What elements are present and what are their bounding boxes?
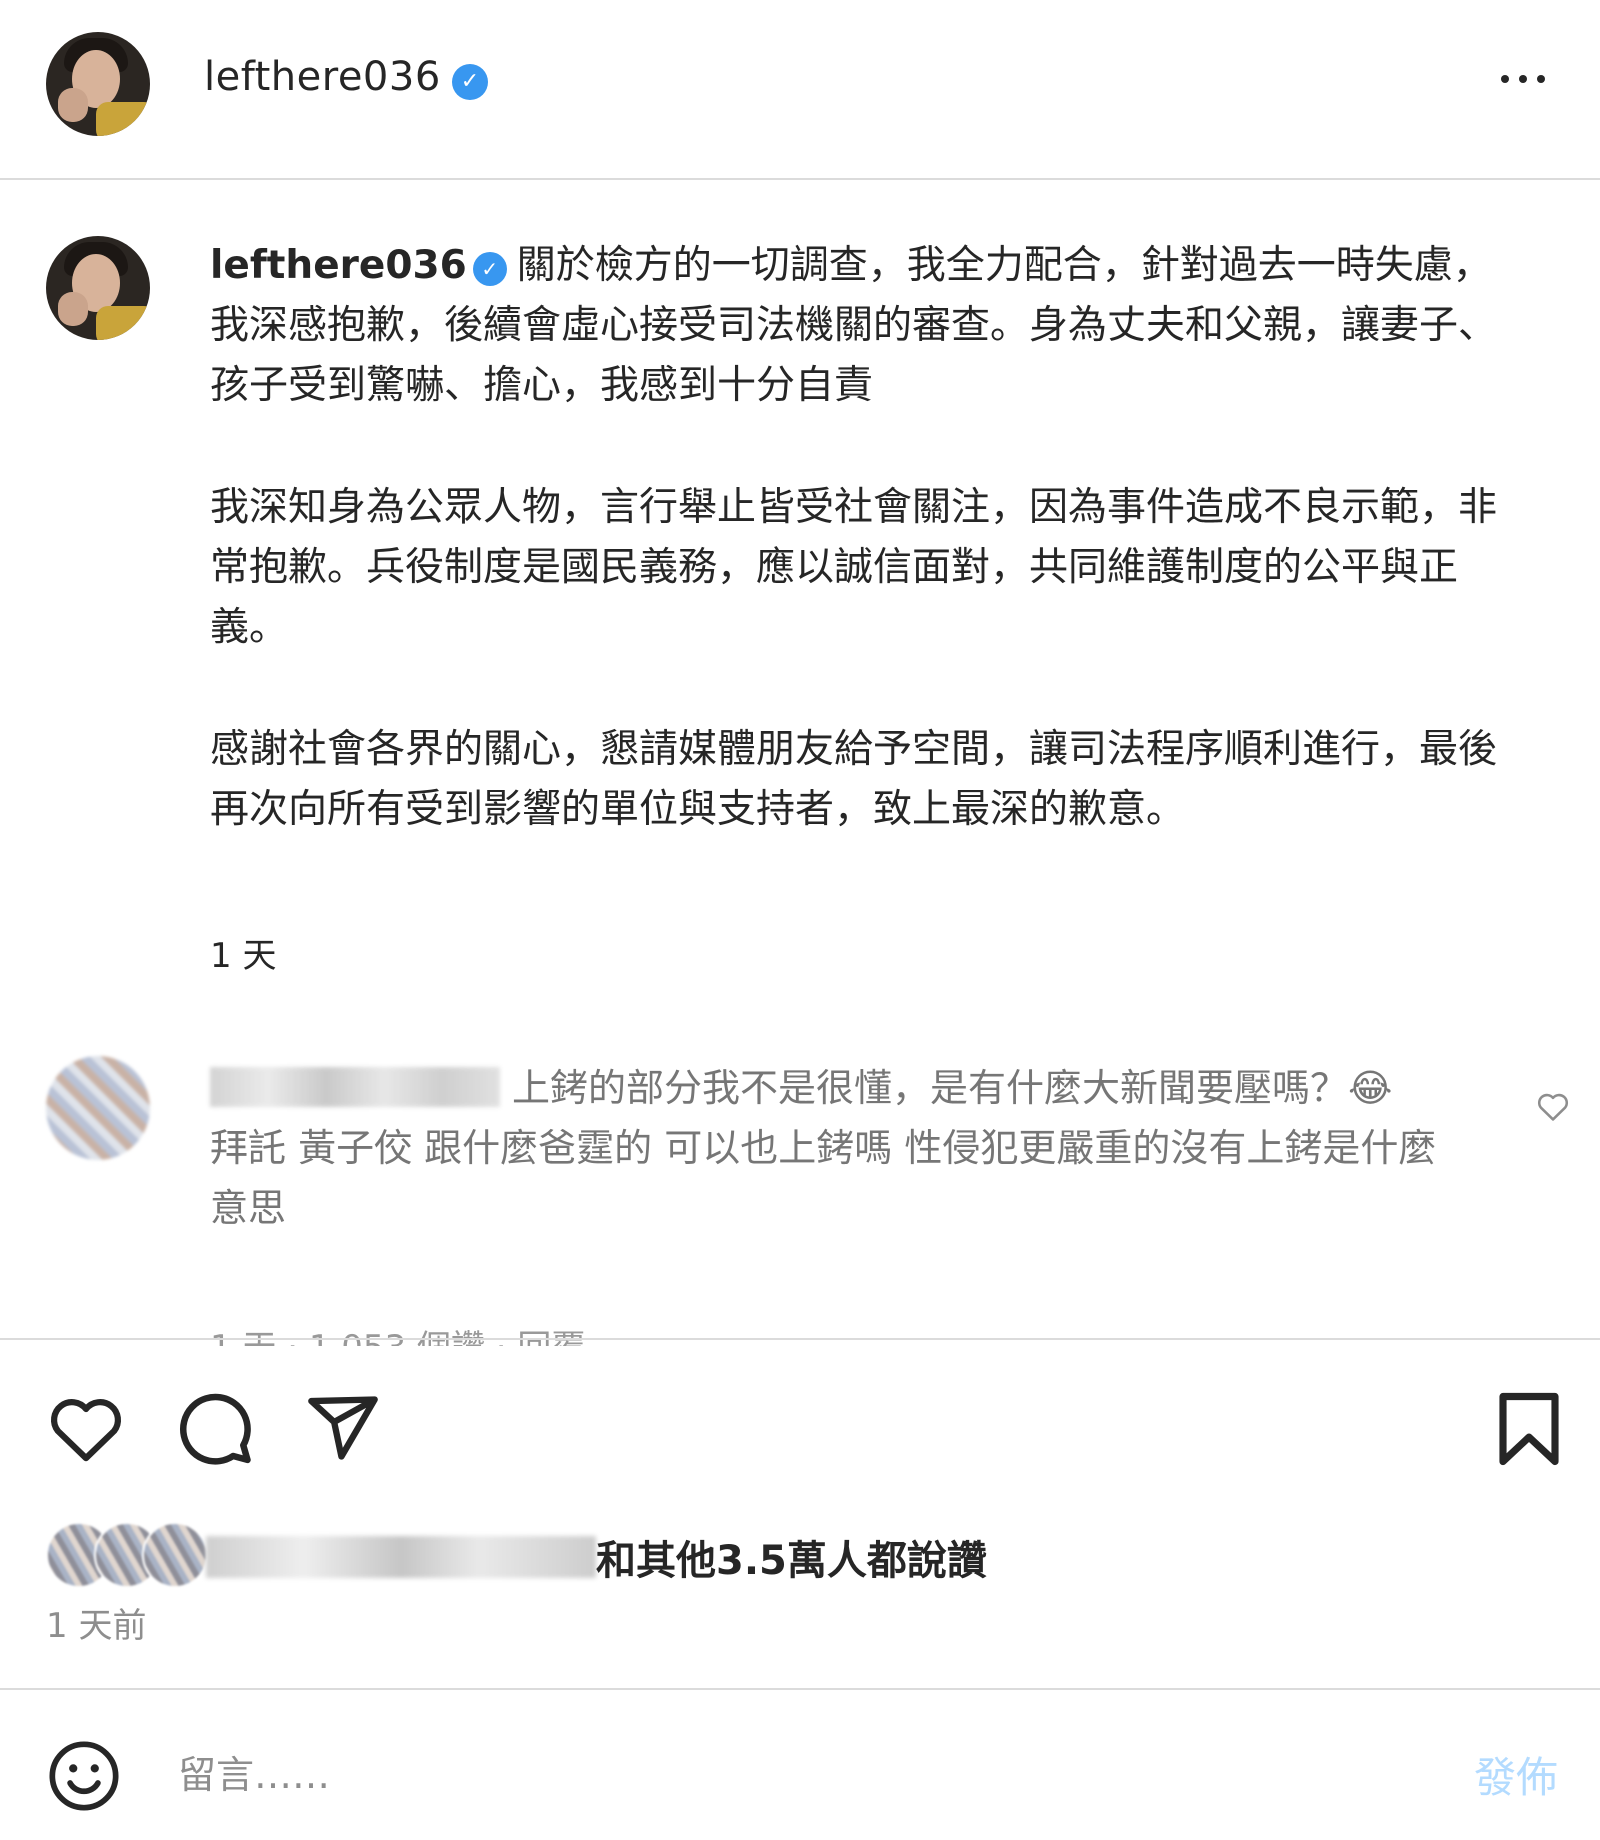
post-header: lefthere036 ✓ bbox=[0, 0, 1600, 180]
divider bbox=[0, 1338, 1600, 1340]
verified-badge-icon: ✓ bbox=[472, 252, 507, 286]
caption-avatar[interactable] bbox=[46, 236, 150, 340]
comment-meta: 1 天 · 1,053 個讚 · 回覆 bbox=[210, 1328, 630, 1346]
comment-input[interactable] bbox=[176, 1744, 1380, 1806]
share-button[interactable] bbox=[304, 1390, 382, 1470]
post-comment-button[interactable]: 發佈 bbox=[1474, 1744, 1558, 1805]
comment-text: 上銬的部分我不是很懂，是有什麼大新聞要壓嗎？😂 bbox=[512, 1066, 1393, 1110]
divider bbox=[0, 1688, 1600, 1690]
save-button[interactable] bbox=[1496, 1390, 1562, 1472]
smiley-icon bbox=[49, 1741, 119, 1811]
comment-icon bbox=[179, 1393, 251, 1465]
commenter-avatar[interactable] bbox=[46, 1056, 150, 1160]
send-icon bbox=[308, 1396, 378, 1460]
commenter-username-blurred[interactable] bbox=[210, 1067, 500, 1107]
likers-avatars[interactable] bbox=[46, 1522, 208, 1588]
more-horizontal-icon bbox=[1501, 75, 1509, 83]
caption-username[interactable]: lefthere036 bbox=[210, 243, 467, 288]
heart-icon bbox=[51, 1399, 121, 1462]
liker-username-blurred[interactable] bbox=[206, 1536, 596, 1578]
emoji-button[interactable] bbox=[46, 1738, 122, 1818]
post-time: 1 天前 bbox=[46, 1606, 147, 1646]
more-options-button[interactable] bbox=[1496, 64, 1556, 94]
bookmark-icon bbox=[1499, 1392, 1559, 1466]
verified-badge-icon: ✓ bbox=[452, 64, 488, 100]
avatar[interactable] bbox=[46, 32, 150, 136]
comment-like-button[interactable] bbox=[1536, 1090, 1570, 1126]
comment-button[interactable] bbox=[176, 1390, 254, 1472]
caption-paragraph: lefthere036 ✓ 關於檢方的一切調查，我全力配合，針對過去一時失慮，我深感… bbox=[210, 236, 1520, 416]
post-caption: lefthere036 ✓ 關於檢方的一切調查，我全力配合，針對過去一時失慮，我深感… bbox=[210, 236, 1520, 840]
caption-paragraph: 感謝社會各界的關心，懇請媒體朋友給予空間，讓司法程序順利進行，最後再次向所有受到… bbox=[210, 727, 1498, 832]
caption-timestamp: 1 天 bbox=[210, 936, 277, 976]
like-button[interactable] bbox=[46, 1392, 126, 1468]
caption-paragraph: 我深知身為公眾人物，言行舉止皆受社會關注，因為事件造成不良示範，非常抱歉。兵役制… bbox=[210, 485, 1498, 650]
comment-text-2: 拜託 黃子佼 跟什麼爸霆的 可以也上銬嗎 性侵犯更嚴重的沒有上銬是什麼意思 bbox=[210, 1126, 1437, 1230]
comment-item: 上銬的部分我不是很懂，是有什麼大新聞要壓嗎？😂 拜託 黃子佼 跟什麼爸霆的 可以… bbox=[210, 1058, 1450, 1238]
header-username[interactable]: lefthere036 bbox=[204, 54, 441, 100]
heart-icon bbox=[1537, 1093, 1569, 1121]
likes-count[interactable]: 和其他3.5萬人都說讚 bbox=[596, 1528, 987, 1586]
